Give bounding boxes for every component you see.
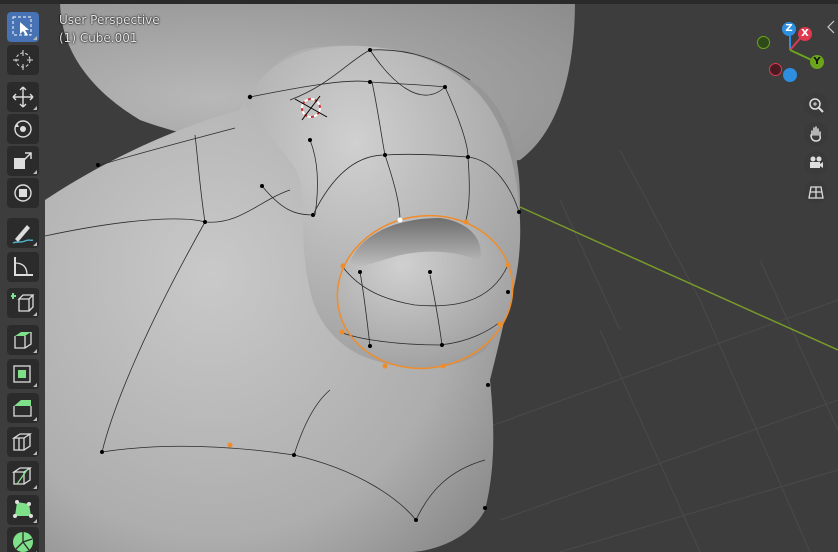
zoom-icon (809, 98, 824, 113)
scale-tool[interactable] (7, 146, 39, 176)
add-cube-icon (11, 293, 35, 312)
extrude-icon (14, 332, 32, 349)
select-box-icon (12, 16, 32, 36)
add-cube-tool[interactable] (7, 288, 39, 318)
inset-icon (13, 365, 31, 383)
poly-build-icon (13, 500, 33, 518)
move-tool[interactable] (7, 82, 39, 112)
mesh-scene[interactable] (0, 0, 838, 552)
annotate-tool[interactable] (7, 218, 39, 248)
loop-cut-icon (11, 433, 33, 451)
rotate-icon (14, 120, 32, 138)
loop-cut-tool[interactable] (7, 427, 39, 457)
poly-build-tool[interactable] (7, 495, 39, 525)
cursor-tool[interactable] (7, 45, 39, 75)
gizmo-neg-y-axis[interactable] (757, 36, 770, 49)
measure-tool[interactable] (7, 252, 39, 282)
rotate-tool[interactable] (7, 114, 39, 144)
gizmo-x-axis[interactable]: X (798, 27, 812, 41)
select-box-tool[interactable] (7, 12, 39, 42)
ortho-toggle-button[interactable] (804, 180, 828, 204)
ruler-icon (14, 257, 33, 276)
knife-icon (11, 467, 33, 485)
sidebar-toggle-arrow-icon[interactable] (826, 20, 836, 34)
extrude-tool[interactable] (7, 325, 39, 355)
active-vertex (397, 217, 403, 223)
bevel-tool[interactable] (7, 393, 39, 423)
camera-view-button[interactable] (804, 151, 828, 175)
view-name-label: User Perspective (59, 13, 160, 27)
transform-icon (14, 184, 32, 202)
camera-icon (810, 156, 823, 168)
floor-grid (479, 149, 838, 552)
gizmo-y-axis[interactable]: Y (810, 55, 824, 69)
zoom-button[interactable] (804, 93, 828, 117)
header-strip (0, 0, 838, 4)
scale-icon (14, 152, 32, 169)
x-axis-line (519, 206, 838, 351)
bevel-icon (13, 400, 32, 417)
spin-icon (13, 532, 33, 552)
cursor-icon (13, 50, 33, 70)
pan-button[interactable] (804, 122, 828, 146)
transform-tool[interactable] (7, 178, 39, 208)
knife-tool[interactable] (7, 461, 39, 491)
gizmo-neg-z-axis[interactable] (783, 68, 797, 82)
navigation-gizmo[interactable]: Z X Y (752, 20, 832, 84)
active-object-label: (1) Cube.001 (59, 31, 138, 45)
grid-icon (808, 186, 824, 199)
gizmo-neg-x-axis[interactable] (769, 63, 782, 76)
pencil-icon (12, 225, 34, 244)
spin-tool[interactable] (7, 527, 39, 552)
3d-viewport[interactable]: User Perspective (1) Cube.001 Z X Y (0, 0, 838, 552)
move-icon (12, 86, 34, 108)
gizmo-z-axis[interactable]: Z (782, 22, 796, 36)
hand-pan-icon (810, 126, 821, 142)
inset-tool[interactable] (7, 359, 39, 389)
